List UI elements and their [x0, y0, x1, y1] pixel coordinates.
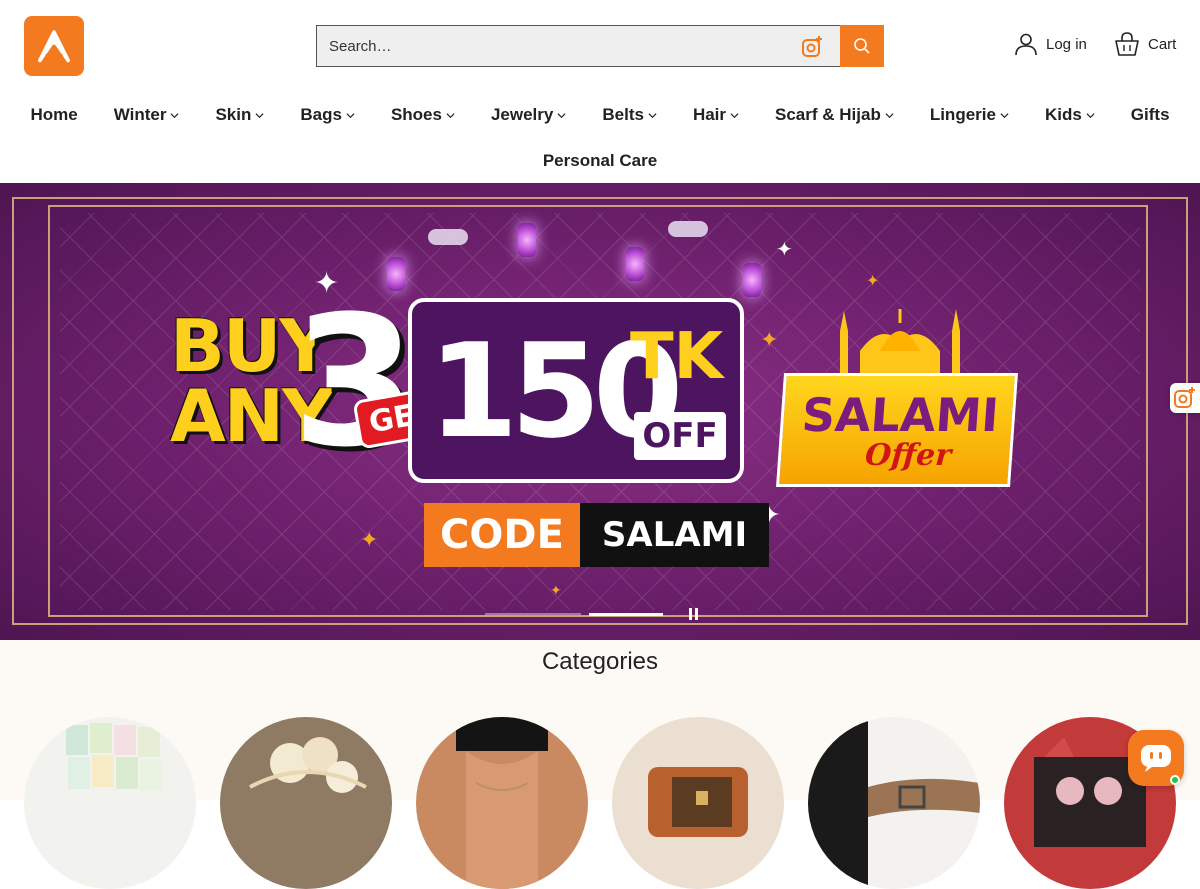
category-hair-accessories[interactable] — [220, 717, 392, 889]
pause-icon[interactable] — [689, 608, 699, 620]
chevron-down-icon — [730, 112, 739, 118]
search-button[interactable] — [840, 25, 884, 67]
slide-indicator-1[interactable] — [485, 613, 581, 615]
slider-controls — [485, 608, 699, 620]
nav-item-winter[interactable]: Winter — [96, 104, 198, 126]
chevron-down-icon — [170, 112, 179, 118]
cart-link[interactable]: Cart — [1114, 32, 1176, 56]
nav-item-gifts[interactable]: Gifts — [1113, 104, 1188, 126]
site-header: Log in Cart — [0, 0, 1200, 92]
categories-title: Categories — [541, 648, 659, 675]
main-nav: Home Winter Skin Bags Shoes Jewelry Belts Hair S… — [0, 92, 1200, 183]
nav-item-label: Lingerie — [929, 105, 996, 124]
nav-item-shoes[interactable]: Shoes — [373, 104, 473, 126]
nav-item-lingerie[interactable]: Lingerie — [912, 104, 1027, 126]
search-input[interactable] — [317, 26, 840, 66]
category-lingerie[interactable] — [416, 717, 588, 889]
salami-offer-subtitle: Offer — [863, 438, 953, 473]
search-field-wrap — [316, 25, 840, 67]
chevron-down-icon — [557, 112, 566, 118]
nav-item-belts[interactable]: Belts — [584, 104, 675, 126]
nav-row-1: Home Winter Skin Bags Shoes Jewelry Belts Hair S… — [0, 104, 1200, 126]
chevron-down-icon — [255, 112, 264, 118]
nav-row-2: Personal Care — [0, 150, 1200, 172]
image-search-icon[interactable] — [800, 35, 824, 59]
star-decoration: ✦ — [360, 527, 379, 552]
lantern-decoration — [743, 263, 761, 297]
lingerie-image — [456, 717, 548, 889]
chevron-down-icon — [1086, 112, 1095, 118]
lantern-decoration — [518, 223, 536, 257]
nav-item-label: Gifts — [1130, 105, 1170, 124]
nav-item-label: Skin — [215, 105, 252, 124]
search-icon — [854, 38, 870, 54]
chevron-down-icon — [346, 112, 355, 118]
login-link[interactable]: Log in — [1014, 32, 1087, 56]
star-decoration: ✦ — [550, 582, 562, 598]
discount-off-label: OFF — [634, 412, 726, 460]
cloud-decoration — [428, 229, 468, 245]
star-decoration: ✦ — [776, 239, 793, 261]
chevron-down-icon — [648, 112, 657, 118]
user-icon — [1015, 33, 1037, 56]
login-label: Log in — [1046, 35, 1087, 53]
chevron-down-icon — [1000, 112, 1009, 118]
bags-image — [648, 767, 748, 837]
nav-item-scarf-hijab[interactable]: Scarf & Hijab — [757, 104, 912, 126]
hero-banner[interactable]: ✦ ✦ ✦ ✦ ✦ ✦ ✦ BUY ANY 3 GET 150 TK OFF C… — [0, 183, 1200, 640]
promo-code-value: SALAMI — [579, 503, 770, 567]
nav-item-label: Scarf & Hijab — [775, 105, 881, 124]
logo-icon — [38, 30, 70, 63]
mosque-icon — [840, 309, 960, 381]
category-skin-care[interactable] — [24, 717, 196, 889]
nav-item-personal-care[interactable]: Personal Care — [525, 150, 675, 172]
chat-bubble-icon — [1141, 745, 1171, 772]
belts-image — [808, 717, 980, 889]
side-image-search-button[interactable] — [1170, 383, 1200, 413]
skin-care-image — [66, 723, 162, 791]
nav-item-label: Winter — [113, 105, 167, 124]
nav-item-home[interactable]: Home — [12, 104, 95, 126]
nav-item-hair[interactable]: Hair — [675, 104, 757, 126]
discount-box: 150 TK OFF — [408, 298, 744, 483]
nav-item-label: Kids — [1044, 105, 1082, 124]
nav-item-label: Belts — [602, 105, 644, 124]
nav-item-label: Shoes — [390, 105, 442, 124]
discount-currency: TK — [630, 320, 724, 394]
nav-item-label: Personal Care — [542, 151, 658, 170]
promo-three: 3 — [292, 278, 418, 487]
chevron-down-icon — [885, 112, 894, 118]
search-bar — [316, 25, 884, 67]
image-search-icon — [1174, 387, 1195, 408]
salami-offer-title: SALAMI — [800, 388, 1001, 442]
nav-item-skin[interactable]: Skin — [197, 104, 282, 126]
categories-section: Categories — [0, 640, 1200, 889]
cloud-decoration — [668, 221, 708, 237]
nav-item-label: Jewelry — [490, 105, 554, 124]
nav-item-bags[interactable]: Bags — [282, 104, 373, 126]
star-decoration: ✦ — [760, 327, 779, 352]
store-logo[interactable] — [24, 16, 84, 76]
promo-code-tag: CODE SALAMI — [424, 503, 770, 567]
category-bags[interactable] — [612, 717, 784, 889]
nav-item-label: Home — [30, 105, 78, 124]
lantern-decoration — [626, 247, 644, 281]
star-decoration: ✦ — [866, 273, 880, 290]
salami-offer-card: SALAMI Offer — [776, 373, 1018, 487]
hair-accessories-image — [249, 737, 367, 793]
online-status-dot — [1170, 775, 1180, 785]
nav-item-kids[interactable]: Kids — [1027, 104, 1113, 126]
cart-label: Cart — [1148, 35, 1177, 53]
promo-code-label: CODE — [424, 503, 580, 567]
slide-indicator-2[interactable] — [589, 612, 663, 616]
nav-item-jewelry[interactable]: Jewelry — [473, 104, 584, 126]
nav-item-label: Hair — [692, 105, 727, 124]
chevron-down-icon — [446, 112, 455, 118]
nav-item-label: Bags — [300, 105, 342, 124]
cart-basket-icon — [1115, 32, 1139, 56]
category-belts[interactable] — [808, 717, 980, 889]
